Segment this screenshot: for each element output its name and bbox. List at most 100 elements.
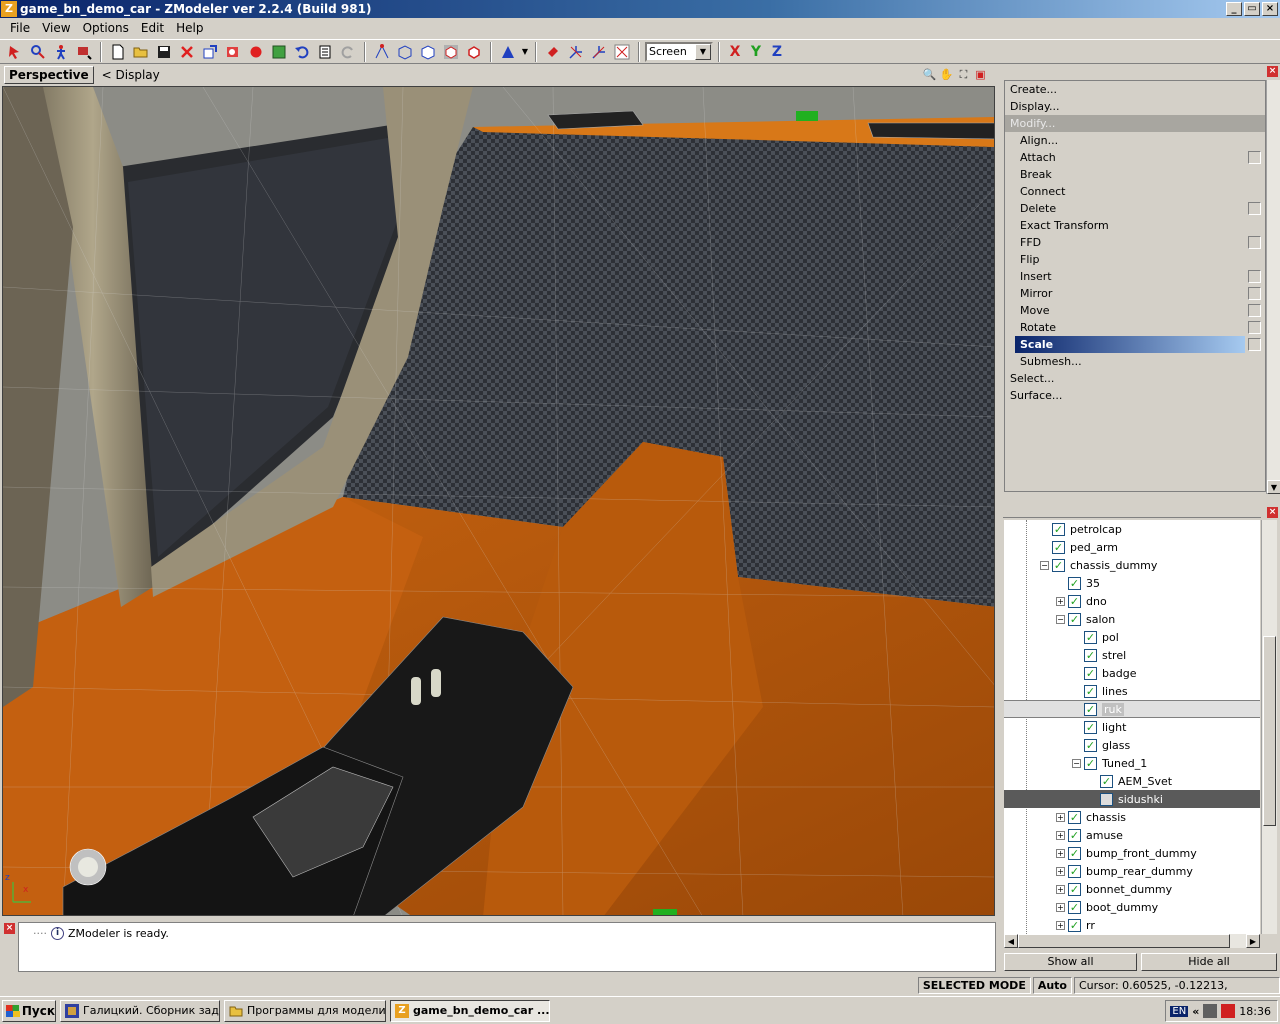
command-panel-scrollbar[interactable]: ▼	[1266, 80, 1280, 494]
select-tool-icon[interactable]	[4, 41, 26, 63]
expand-icon[interactable]: +	[1056, 848, 1065, 858]
tree-node[interactable]: ✓ pol	[1004, 628, 1260, 646]
command-mirror[interactable]: Mirror	[1005, 285, 1265, 302]
visibility-checkbox[interactable]: ✓	[1052, 522, 1065, 536]
tree-node[interactable]: ✓ ruk	[1004, 700, 1260, 718]
hierarchy-mode-icon[interactable]	[463, 41, 485, 63]
task-folder[interactable]: Программы для модели...	[224, 999, 386, 1022]
command-submesh[interactable]: Submesh...	[1005, 353, 1265, 370]
visibility-checkbox[interactable]: ✓	[1068, 864, 1081, 878]
axis-lock-icon[interactable]	[588, 41, 610, 63]
undo-icon[interactable]	[291, 41, 313, 63]
menu-edit[interactable]: Edit	[135, 21, 170, 35]
command-option-checkbox[interactable]	[1248, 287, 1261, 300]
visibility-checkbox[interactable]: ✓	[1084, 720, 1097, 734]
tree-node[interactable]: ✓ strel	[1004, 646, 1260, 664]
tree-node[interactable]: + ✓ bonnet_dummy	[1004, 880, 1260, 898]
command-align[interactable]: Align...	[1005, 132, 1265, 149]
tree-horizontal-scrollbar[interactable]: ◀ ▶	[1004, 934, 1260, 948]
dropdown-arrow-icon[interactable]: ▼	[520, 41, 530, 63]
collapse-icon[interactable]: −	[1040, 560, 1049, 570]
collapse-icon[interactable]: −	[1056, 614, 1065, 624]
expand-icon[interactable]: +	[1056, 812, 1065, 822]
visibility-checkbox[interactable]: ✓	[1052, 558, 1065, 572]
axis-gizmo-icon[interactable]	[565, 41, 587, 63]
combo-arrow-icon[interactable]: ▼	[695, 43, 711, 60]
axis-x-toggle[interactable]: X	[725, 44, 745, 60]
tree-node[interactable]: ✓ ped_arm	[1004, 538, 1260, 556]
tree-node[interactable]: + ✓ chassis	[1004, 808, 1260, 826]
visibility-checkbox[interactable]: ✓	[1084, 630, 1097, 644]
close-button[interactable]: ×	[1262, 2, 1278, 16]
command-option-checkbox[interactable]	[1248, 338, 1261, 351]
visibility-checkbox[interactable]: ✓	[1084, 756, 1097, 770]
delete-icon[interactable]	[176, 41, 198, 63]
record-icon[interactable]	[245, 41, 267, 63]
command-connect[interactable]: Connect	[1005, 183, 1265, 200]
visibility-checkbox[interactable]: ✓	[1100, 792, 1113, 806]
command-flip[interactable]: Flip	[1005, 251, 1265, 268]
expand-icon[interactable]: +	[1056, 866, 1065, 876]
task-document[interactable]: Галицкий. Сборник зад...	[60, 999, 220, 1022]
visibility-checkbox[interactable]: ✓	[1068, 846, 1081, 860]
command-move[interactable]: Move	[1005, 302, 1265, 319]
expand-icon[interactable]: +	[1056, 830, 1065, 840]
tree-node[interactable]: + ✓ rr	[1004, 916, 1260, 934]
import-icon[interactable]	[199, 41, 221, 63]
tree-scroll-thumb[interactable]	[1263, 636, 1276, 826]
network-tray-icon[interactable]	[1203, 1004, 1218, 1018]
tree-node[interactable]: ✓ light	[1004, 718, 1260, 736]
tree-node[interactable]: − ✓ salon	[1004, 610, 1260, 628]
object-mode-icon[interactable]	[417, 41, 439, 63]
new-file-icon[interactable]	[107, 41, 129, 63]
command-modify[interactable]: Modify...	[1005, 115, 1265, 132]
show-all-button[interactable]: Show all	[1004, 953, 1137, 971]
command-exact-transform[interactable]: Exact Transform	[1005, 217, 1265, 234]
redo-icon[interactable]	[337, 41, 359, 63]
visibility-checkbox[interactable]: ✓	[1068, 882, 1081, 896]
export-icon[interactable]	[222, 41, 244, 63]
menu-file[interactable]: File	[4, 21, 36, 35]
antivirus-tray-icon[interactable]	[1221, 1004, 1236, 1018]
command-scale[interactable]: Scale	[1015, 336, 1261, 353]
tree-vertical-scrollbar[interactable]	[1261, 520, 1277, 934]
command-attach[interactable]: Attach	[1005, 149, 1265, 166]
visibility-checkbox[interactable]: ✓	[1084, 666, 1097, 680]
group-mode-icon[interactable]	[440, 41, 462, 63]
visibility-checkbox[interactable]: ✓	[1084, 684, 1097, 698]
tree-node[interactable]: ✓ glass	[1004, 736, 1260, 754]
vertex-mode-icon[interactable]	[371, 41, 393, 63]
axis-constraint-icon[interactable]	[611, 41, 633, 63]
command-display[interactable]: Display...	[1005, 98, 1265, 115]
visibility-checkbox[interactable]: ✓	[1068, 900, 1081, 914]
tree-node[interactable]: − ✓ Tuned_1	[1004, 754, 1260, 772]
command-select[interactable]: Select...	[1005, 370, 1265, 387]
command-insert[interactable]: Insert	[1005, 268, 1265, 285]
visibility-checkbox[interactable]: ✓	[1100, 774, 1113, 788]
select-brush-icon[interactable]	[27, 41, 49, 63]
tree-panel-close-icon[interactable]: ×	[1267, 507, 1278, 518]
start-button[interactable]: Пуск	[2, 999, 56, 1022]
expand-icon[interactable]: +	[1056, 884, 1065, 894]
tray-expand-chevron[interactable]: «	[1192, 1005, 1199, 1018]
notes-icon[interactable]	[314, 41, 336, 63]
visibility-checkbox[interactable]: ✓	[1068, 828, 1081, 842]
tree-node[interactable]: ✓ AEM_Svet	[1004, 772, 1260, 790]
perspective-viewport[interactable]: x z	[2, 86, 995, 916]
tree-node[interactable]: + ✓ bump_front_dummy	[1004, 844, 1260, 862]
command-delete[interactable]: Delete	[1005, 200, 1265, 217]
command-panel-close-icon[interactable]: ×	[1267, 66, 1278, 77]
tree-node[interactable]: − ✓ chassis_dummy	[1004, 556, 1260, 574]
axis-z-toggle[interactable]: Z	[767, 44, 787, 60]
command-break[interactable]: Break	[1005, 166, 1265, 183]
command-ffd[interactable]: FFD	[1005, 234, 1265, 251]
expand-icon[interactable]: +	[1056, 902, 1065, 912]
command-option-checkbox[interactable]	[1248, 236, 1261, 249]
command-option-checkbox[interactable]	[1248, 270, 1261, 283]
expand-icon[interactable]: +	[1056, 920, 1065, 930]
coordinate-space-select[interactable]: Screen ▼	[645, 41, 713, 62]
menu-options[interactable]: Options	[77, 21, 135, 35]
tree-hscroll-thumb[interactable]	[1018, 934, 1230, 948]
task-zmodeler[interactable]: Z game_bn_demo_car ...	[390, 999, 550, 1022]
options-tool-icon[interactable]	[73, 41, 95, 63]
